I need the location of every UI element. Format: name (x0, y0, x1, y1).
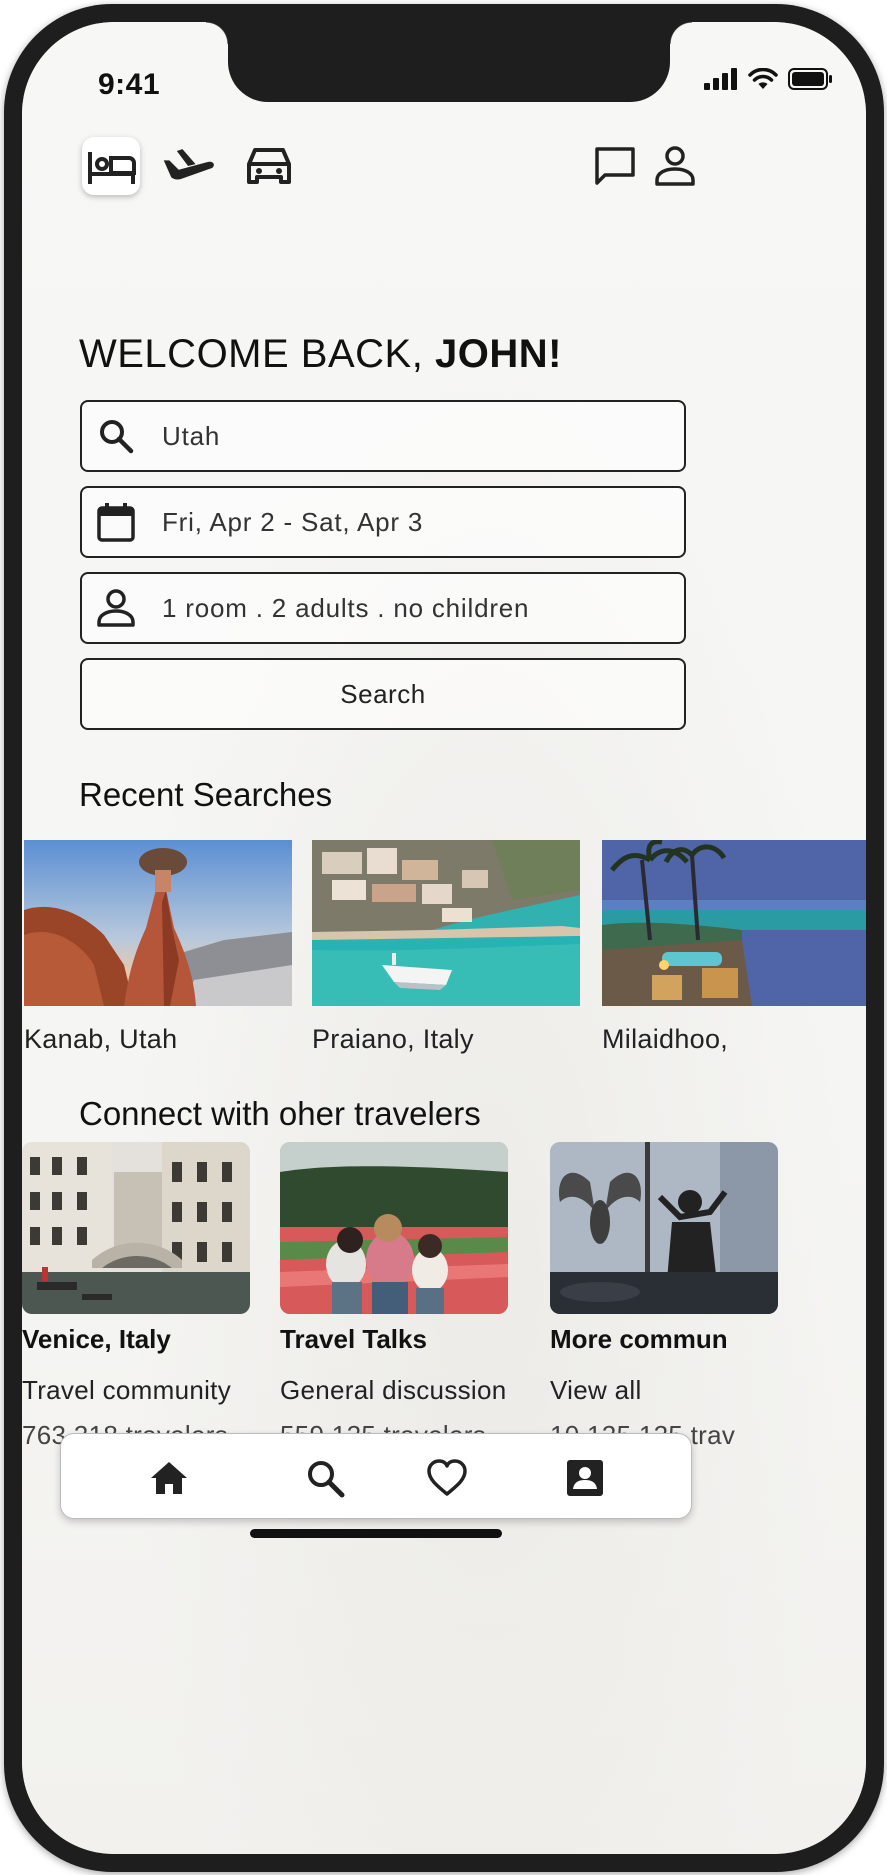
recent-search-label: Praiano, Italy (312, 1024, 474, 1054)
recent-search-card[interactable]: Praiano, Italy (312, 840, 580, 1055)
kanab-photo (24, 840, 292, 1006)
recent-searches-title: Recent Searches (79, 776, 333, 813)
community-title-text: Venice, Italy (22, 1324, 171, 1354)
home-icon (151, 1462, 187, 1494)
notch (206, 22, 692, 102)
guests-value: 1 room . 2 adults . no children (162, 592, 530, 623)
bed-icon (88, 152, 136, 184)
community-subtitle: General discussion (280, 1375, 507, 1405)
community-title: Connect with oher travelers (79, 1095, 481, 1132)
search-icon (96, 416, 136, 456)
recent-search-card[interactable]: Milaidhoo, (602, 840, 866, 1055)
community-subtitle: View all (550, 1375, 642, 1405)
user-name: JOHN! (434, 332, 562, 376)
welcome-prefix: WELCOME BACK, (79, 332, 435, 376)
destination-value: Utah (162, 420, 221, 451)
messages-button[interactable] (586, 137, 644, 195)
guests-field[interactable]: 1 room . 2 adults . no children (80, 572, 686, 644)
cellular-signal-icon (704, 68, 737, 90)
recent-search-label: Milaidhoo, (602, 1024, 729, 1054)
status-time: 9:41 (98, 68, 161, 101)
travel-talks-photo (280, 1142, 508, 1314)
community-subtitle: Travel community (22, 1375, 231, 1405)
status-icons (704, 68, 834, 90)
account-tab[interactable] (563, 1456, 607, 1500)
recent-search-card[interactable]: Kanab, Utah (24, 840, 292, 1055)
more-communities-photo (550, 1142, 778, 1314)
wifi-icon (748, 68, 778, 89)
dates-field[interactable]: Fri, Apr 2 - Sat, Apr 3 (80, 486, 686, 558)
search-button[interactable]: Search (80, 658, 686, 730)
heart-icon (427, 1459, 467, 1496)
home-indicator (250, 1529, 502, 1538)
phone-frame: 9:41 WELCOME BACK, JOHN! Utah Fri, Apr 2… (4, 4, 884, 1872)
app-screen: 9:41 WELCOME BACK, JOHN! Utah Fri, Apr 2… (22, 22, 866, 1854)
calendar-icon (96, 502, 136, 542)
profile-icon (655, 146, 695, 186)
community-title-text: More commun (550, 1324, 728, 1354)
praiano-photo (312, 840, 580, 1006)
destination-field[interactable]: Utah (80, 400, 686, 472)
search-tab[interactable] (303, 1456, 347, 1500)
flights-tab[interactable] (160, 137, 218, 195)
welcome-heading: WELCOME BACK, JOHN! (79, 332, 562, 377)
community-card[interactable]: Venice, Italy Travel community 763,218 t… (22, 1142, 250, 1451)
community-card[interactable]: More commun View all 10,125,125 trav (550, 1142, 778, 1451)
dates-value: Fri, Apr 2 - Sat, Apr 3 (162, 506, 424, 537)
airplane-icon (163, 149, 214, 180)
battery-icon (788, 68, 832, 90)
search-icon (308, 1461, 345, 1498)
profile-button[interactable] (646, 137, 704, 195)
car-icon (247, 148, 291, 184)
recent-search-label: Kanab, Utah (24, 1024, 178, 1054)
cars-tab[interactable] (240, 137, 298, 195)
top-nav (22, 137, 866, 207)
community-card[interactable]: Travel Talks General discussion 559,125 … (280, 1142, 508, 1451)
person-icon (96, 588, 136, 628)
hotels-tab[interactable] (82, 137, 140, 195)
contact-card-icon (567, 1460, 603, 1496)
community-title-text: Travel Talks (280, 1324, 427, 1354)
milaidhoo-photo (602, 840, 866, 1006)
venice-photo (22, 1142, 250, 1314)
favorites-tab[interactable] (425, 1456, 469, 1500)
bottom-nav (60, 1433, 692, 1519)
chat-icon (595, 147, 635, 185)
home-tab[interactable] (147, 1456, 191, 1500)
